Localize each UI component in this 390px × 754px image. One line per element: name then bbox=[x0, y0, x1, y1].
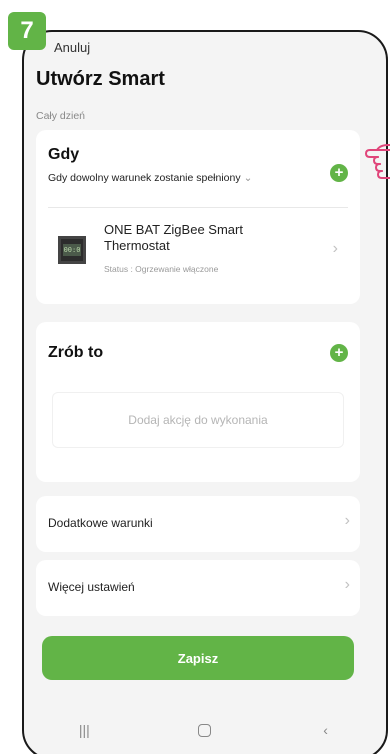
chevron-right-icon: › bbox=[344, 576, 350, 593]
thermostat-screen: 00:0 bbox=[63, 244, 81, 256]
then-card: Zrób to + Dodaj akcję do wykonania bbox=[36, 322, 360, 482]
dropdown-caret-icon: ⌄ bbox=[243, 172, 253, 184]
then-title: Zrób to bbox=[48, 344, 104, 361]
more-settings-label: Więcej ustawień bbox=[48, 580, 135, 594]
schedule-subtitle[interactable]: Cały dzień bbox=[36, 110, 85, 122]
phone-frame: Anuluj Utwórz Smart Cały dzień Gdy Gdy d… bbox=[22, 30, 388, 754]
step-badge: 7 bbox=[8, 12, 46, 50]
device-name: ONE BAT ZigBee Smart Thermostat bbox=[104, 222, 243, 253]
home-icon[interactable] bbox=[185, 723, 225, 737]
save-button[interactable]: Zapisz bbox=[42, 636, 354, 680]
add-action-placeholder[interactable]: Dodaj akcję do wykonania bbox=[52, 392, 344, 448]
recents-icon[interactable]: ||| bbox=[64, 722, 104, 738]
when-card: Gdy Gdy dowolny warunek zostanie spełnio… bbox=[36, 130, 360, 304]
device-status: Status : Ogrzewanie włączone bbox=[104, 264, 219, 274]
chevron-right-icon: › bbox=[344, 512, 350, 529]
chevron-right-icon: › bbox=[332, 240, 338, 257]
page-title: Utwórz Smart bbox=[36, 68, 165, 90]
add-action-button[interactable]: + bbox=[330, 344, 348, 362]
system-navbar: ||| ‹ bbox=[24, 702, 386, 754]
when-condition-text: Gdy dowolny warunek zostanie spełniony bbox=[48, 172, 241, 184]
add-condition-button[interactable]: + bbox=[330, 164, 348, 182]
hand-pointer-icon bbox=[365, 144, 390, 179]
when-condition-selector[interactable]: Gdy dowolny warunek zostanie spełniony ⌄ bbox=[48, 172, 252, 184]
more-settings-row[interactable]: Więcej ustawień › bbox=[36, 560, 360, 616]
additional-conditions-label: Dodatkowe warunki bbox=[48, 516, 153, 530]
when-title: Gdy bbox=[48, 146, 80, 163]
additional-conditions-row[interactable]: Dodatkowe warunki › bbox=[36, 496, 360, 552]
thermostat-thumbnail: 00:0 bbox=[58, 236, 86, 264]
condition-device-row[interactable]: 00:0 ONE BAT ZigBee Smart Thermostat Sta… bbox=[48, 220, 348, 280]
cancel-link[interactable]: Anuluj bbox=[54, 40, 90, 55]
back-icon[interactable]: ‹ bbox=[306, 722, 346, 738]
divider bbox=[48, 207, 348, 208]
